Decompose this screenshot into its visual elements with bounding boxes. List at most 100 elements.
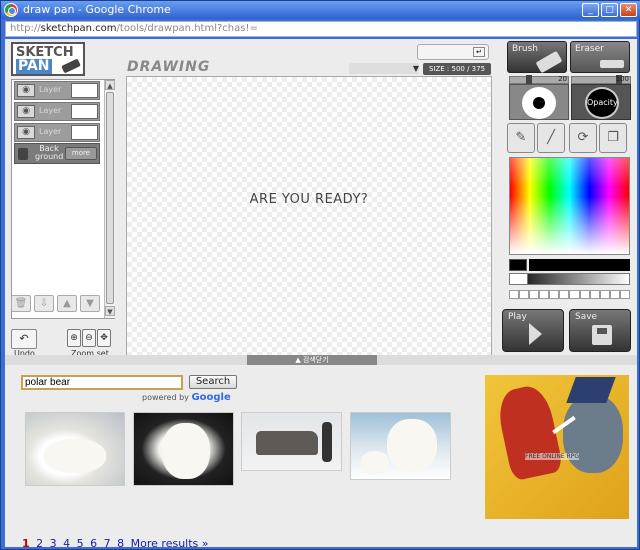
close-button[interactable]: ✕ [620,3,637,17]
page-link[interactable]: 5 [77,537,84,547]
page-link[interactable]: 7 [104,537,111,547]
page-link[interactable]: 3 [50,537,57,547]
layer-tools: 🗑 ⇩ ▲ ▼ [11,295,100,312]
eye-icon[interactable]: ◉ [17,126,35,139]
swatch[interactable] [609,290,620,299]
minimize-button[interactable]: _ [582,3,599,17]
ad-banner[interactable]: FREE ONLINE RPG [485,375,629,519]
scrollbar-thumb[interactable] [106,92,114,304]
swatch[interactable] [539,290,550,299]
scroll-up-icon[interactable]: ▲ [105,80,115,90]
layer-row[interactable]: ◉ Layer [14,102,100,121]
zoom-out-icon[interactable]: ⊖ [82,329,96,347]
brush-tool-button[interactable]: Brush [507,41,567,74]
eye-icon[interactable]: ◉ [17,84,35,97]
layer-thumbnail [71,83,98,98]
page-link[interactable]: 2 [36,537,43,547]
canvas-message: ARE YOU READY? [249,192,369,207]
more-button[interactable]: more [65,147,97,160]
swatch[interactable] [549,290,560,299]
enter-icon[interactable]: ↵ [473,47,485,57]
zoom-select[interactable]: ▼ [349,63,419,74]
layers-scrollbar[interactable]: ▲ ▼ [104,80,115,318]
background-label: Back ground [35,144,64,161]
address-bar[interactable]: http://sketchpan.com/tools/drawpan.html?… [5,21,637,37]
delete-layer-icon[interactable]: 🗑 [11,295,31,312]
page-content: SKETCH PAN ◉ Layer ◉ Layer ◉ Layer Back … [5,39,637,547]
opacity-slider[interactable]: 100 [571,75,631,85]
search-toggle-tab[interactable]: ▲ 검색닫기 [247,355,377,365]
page-link[interactable]: 4 [63,537,70,547]
page-link[interactable]: 8 [117,537,124,547]
brush-size-value: 20 [558,75,567,83]
swatch[interactable] [589,290,600,299]
line-tool-icon[interactable]: ╱ [537,123,565,153]
swatch[interactable] [599,290,610,299]
result-image[interactable] [133,412,234,486]
more-results-link[interactable]: More results » [131,537,209,547]
opacity-preview: Opacity [571,84,631,120]
result-image[interactable] [350,412,451,480]
layer-thumbnail [71,125,98,140]
move-down-icon[interactable]: ▼ [80,295,100,312]
swatch[interactable] [559,290,570,299]
zoom-in-icon[interactable]: ⊕ [67,329,81,347]
swatch[interactable] [579,290,590,299]
polar-bear-cub-shape [361,451,389,475]
current-color [509,259,527,271]
url-prefix: http:// [10,23,41,34]
canvas-title-input[interactable]: ↵ [417,44,489,60]
car-shape [256,431,318,455]
brush-preview [509,84,569,120]
move-up-icon[interactable]: ▲ [57,295,77,312]
ad-caption: FREE ONLINE RPG [525,453,580,460]
search-input[interactable] [21,375,183,390]
play-button[interactable]: Play [502,309,564,352]
rotate-tool-icon[interactable]: ⟳ [569,123,597,153]
swatch[interactable] [569,290,580,299]
play-icon [529,323,542,345]
result-pager: 1 2 3 4 5 6 7 8 More results » [22,537,209,547]
maximize-button[interactable]: □ [601,3,618,17]
search-button[interactable]: Search [189,375,237,389]
layer-row[interactable]: ◉ Layer [14,123,100,142]
drawing-canvas[interactable]: ARE YOU READY? [126,76,492,359]
grayscale-bar[interactable] [509,273,630,285]
layer-row[interactable]: ◉ Layer [14,81,100,100]
page-link[interactable]: 6 [90,537,97,547]
layers-panel: ◉ Layer ◉ Layer ◉ Layer Back ground more… [11,79,115,319]
swatch[interactable] [509,290,520,299]
swatch[interactable] [519,290,530,299]
eye-icon[interactable]: ◉ [17,105,35,118]
white-swatch[interactable] [510,274,528,284]
swatch[interactable] [529,290,540,299]
result-image[interactable] [241,412,342,471]
copy-tool-icon[interactable]: ❐ [599,123,627,153]
background-layer[interactable]: Back ground more [14,143,100,164]
play-label: Play [508,312,527,322]
swatch[interactable] [619,290,630,299]
zoom-controls: ⊕ ⊖ ✥ [67,329,111,347]
sketchpan-logo[interactable]: SKETCH PAN [11,42,85,76]
merge-layer-icon[interactable]: ⇩ [34,295,54,312]
canvas-size-badge: SIZE : 500 / 375 [423,63,491,75]
undo-button[interactable]: ↶ [11,329,37,349]
title-bar: draw pan - Google Chrome _ □ ✕ [1,1,640,19]
swatch-row[interactable] [509,290,630,299]
url-host: sketchpan.com [40,23,117,34]
eraser-tool-button[interactable]: Eraser [570,41,630,73]
pan-icon[interactable]: ✥ [97,329,111,347]
opacity-label: Opacity [585,87,619,119]
brush-size-slider[interactable]: 20 [509,75,569,85]
result-image[interactable] [25,412,125,486]
save-button[interactable]: Save [569,309,631,352]
opacity-value: 100 [615,75,629,83]
pen-icon [61,58,81,74]
person-shape [322,422,332,462]
layer-label: Layer [39,106,62,115]
polar-bear-shape [387,419,437,471]
eyedropper-icon[interactable]: ✎ [507,123,535,153]
color-palette[interactable] [509,157,630,255]
polar-bear-shape [162,423,210,479]
scroll-down-icon[interactable]: ▼ [105,306,115,316]
